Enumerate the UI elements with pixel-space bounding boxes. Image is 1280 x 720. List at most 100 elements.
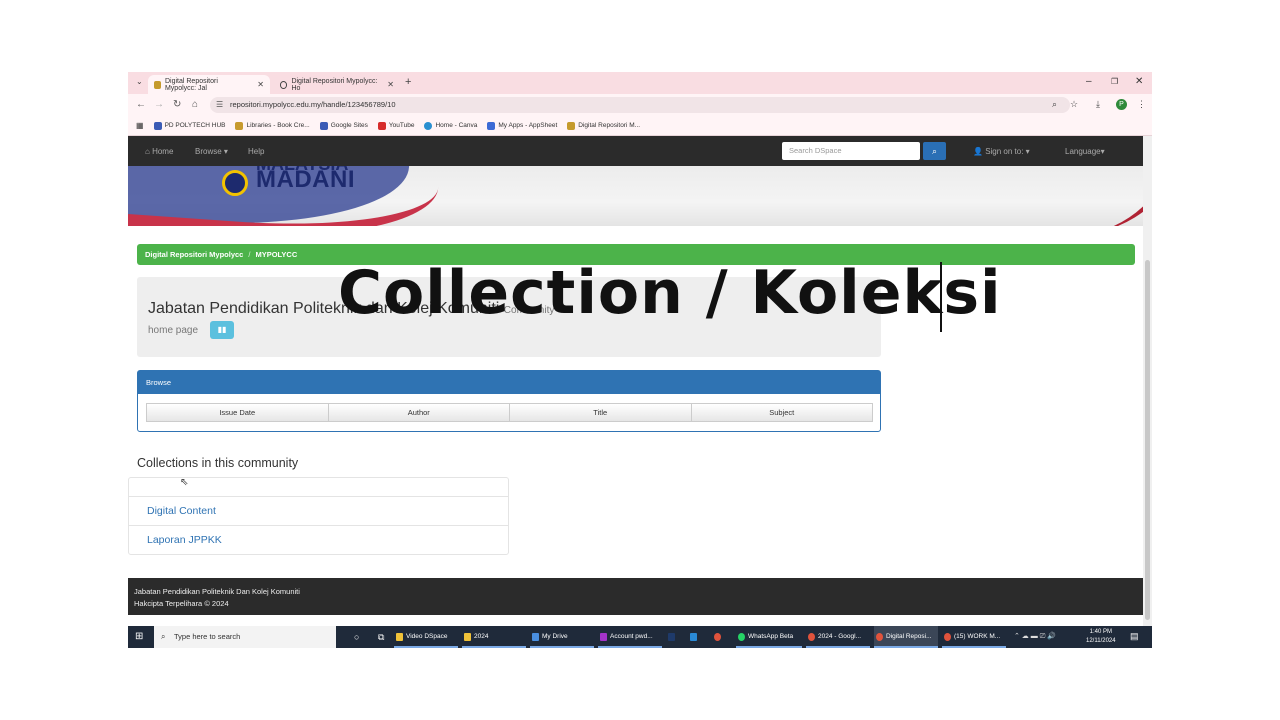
- taskbar-app-whatsapp[interactable]: WhatsApp Beta: [736, 626, 802, 648]
- tab-search-icon[interactable]: ⌄: [136, 77, 143, 86]
- taskbar-search-input[interactable]: ⌕ Type here to search: [154, 626, 336, 648]
- address-bar[interactable]: ☰ repositori.mypolycc.edu.my/handle/1234…: [210, 97, 1070, 113]
- minimize-icon[interactable]: –: [1086, 76, 1092, 87]
- site-banner: MALAYSIA MADANI: [128, 166, 1143, 226]
- download-icon[interactable]: ⤓: [1096, 99, 1100, 110]
- bookmark-canva[interactable]: Home - Canva: [424, 121, 478, 130]
- taskbar-app-my-drive[interactable]: My Drive: [530, 626, 594, 648]
- overlay-caption: Collection / Koleksi: [338, 258, 1002, 328]
- search-button[interactable]: ⌕: [923, 142, 946, 160]
- apps-grid-icon[interactable]: ▦: [136, 121, 144, 130]
- site-favicon-icon: [154, 80, 161, 89]
- taskbar-app-digital-repositori[interactable]: Digital Reposi...: [874, 626, 938, 648]
- whatsapp-icon: [738, 633, 745, 641]
- windows-taskbar: ⊞ ⌕ Type here to search ○ ⧉ Video DSpace…: [128, 626, 1152, 648]
- bookmark-youtube[interactable]: YouTube: [377, 121, 415, 130]
- home-icon[interactable]: ⌂: [192, 99, 198, 110]
- search-input[interactable]: Search DSpace: [782, 142, 920, 160]
- text-caret: [940, 262, 942, 332]
- bookmark-icon: [319, 121, 328, 130]
- close-window-icon[interactable]: ✕: [1135, 76, 1143, 87]
- bookmark-label: Google Sites: [330, 122, 368, 129]
- new-tab-icon[interactable]: +: [405, 76, 411, 88]
- tab-active[interactable]: Digital Repositori Mypolycc: Jal ✕: [148, 75, 270, 94]
- sign-on-label: Sign on to:: [985, 147, 1024, 156]
- bookmark-appsheet[interactable]: My Apps - AppSheet: [487, 121, 557, 130]
- bookmark-google-sites[interactable]: Google Sites: [319, 121, 368, 130]
- zoom-icon[interactable]: ⌕: [1052, 99, 1057, 110]
- url-text: repositori.mypolycc.edu.my/handle/123456…: [230, 100, 396, 109]
- taskbar-app-chrome-2024[interactable]: 2024 - Googl...: [806, 626, 870, 648]
- page-scrollbar[interactable]: [1143, 136, 1152, 626]
- scrollbar-thumb[interactable]: [1145, 260, 1150, 620]
- bookmark-label: PD POLYTECH HUB: [164, 122, 226, 129]
- back-icon[interactable]: ←: [136, 99, 146, 110]
- page-viewport: ⌂ Home Browse ▾ Help Search DSpace ⌕ 👤 S…: [128, 136, 1143, 626]
- nav-browse[interactable]: Browse ▾: [195, 147, 228, 156]
- close-tab-icon[interactable]: ✕: [387, 80, 394, 89]
- notification-center-icon[interactable]: ▤: [1130, 631, 1139, 642]
- nav-browse-label: Browse: [195, 147, 222, 156]
- search-icon: ⌕: [161, 632, 166, 641]
- sign-on-menu[interactable]: 👤 Sign on to: ▾: [973, 147, 1030, 156]
- bookmark-star-icon[interactable]: ☆: [1070, 99, 1078, 110]
- collection-digital-content[interactable]: Digital Content: [129, 496, 508, 525]
- vscode-icon: [690, 633, 697, 641]
- close-tab-icon[interactable]: ✕: [257, 80, 264, 89]
- taskbar-app-2024-folder[interactable]: 2024: [462, 626, 526, 648]
- caret-down-icon: ▾: [1100, 147, 1105, 156]
- restore-icon[interactable]: ❐: [1111, 77, 1118, 86]
- task-view-icon[interactable]: ⧉: [366, 626, 384, 648]
- chrome-icon: [944, 633, 951, 641]
- windows-start-icon[interactable]: ⊞: [135, 631, 143, 642]
- taskbar-app-video-dspace[interactable]: Video DSpace: [394, 626, 458, 648]
- taskbar-app-chrome[interactable]: [712, 626, 728, 648]
- tab-second[interactable]: Digital Repositori Mypolycc: Ho ✕: [274, 75, 400, 94]
- taskbar-app-photoshop[interactable]: [666, 626, 682, 648]
- taskbar-clock[interactable]: 1:40 PM 12/11/2024: [1086, 628, 1116, 646]
- browse-subject-button[interactable]: Subject: [690, 403, 873, 422]
- collections-list: Digital Content Laporan JPPKK: [128, 477, 509, 555]
- nav-help[interactable]: Help: [248, 147, 264, 156]
- taskbar-app-label: Account pwd...: [610, 633, 653, 640]
- statistics-button[interactable]: ▮▮: [210, 321, 234, 339]
- system-tray[interactable]: ⌃ ☁ ▬ ⎚ 🔊: [1014, 626, 1056, 648]
- taskbar-app-onenote[interactable]: Account pwd...: [598, 626, 662, 648]
- canva-icon: [424, 121, 433, 130]
- chrome-icon: [714, 633, 721, 641]
- bookmark-label: YouTube: [388, 122, 415, 129]
- bookmark-libraries[interactable]: Libraries - Book Cre...: [235, 121, 310, 130]
- bookmark-icon: [235, 121, 244, 130]
- taskbar-app-vscode[interactable]: [688, 626, 704, 648]
- cortana-icon[interactable]: ○: [342, 626, 359, 648]
- madani-logo-icon: [222, 170, 248, 196]
- browse-panel-heading: Browse: [138, 371, 880, 394]
- bookmark-pd-polytech-hub[interactable]: PD POLYTECH HUB: [153, 121, 226, 130]
- nav-home[interactable]: ⌂ Home: [145, 147, 173, 156]
- taskbar-search-placeholder: Type here to search: [174, 632, 241, 641]
- search-icon: ⌕: [931, 146, 938, 156]
- browser-window: ⌄ Digital Repositori Mypolycc: Jal ✕ Dig…: [128, 72, 1152, 648]
- folder-icon: [396, 633, 403, 641]
- chrome-icon: [876, 633, 883, 641]
- browse-title-button[interactable]: Title: [509, 403, 692, 422]
- language-label: Language: [1065, 147, 1101, 156]
- breadcrumb-root[interactable]: Digital Repositori Mypolycc: [145, 250, 243, 259]
- taskbar-app-work-mail[interactable]: (15) WORK M...: [942, 626, 1006, 648]
- menu-icon[interactable]: ⋮: [1137, 99, 1146, 110]
- browse-author-button[interactable]: Author: [327, 403, 510, 422]
- bar-chart-icon: ▮▮: [217, 325, 227, 334]
- site-info-icon[interactable]: ☰: [216, 97, 223, 113]
- reload-icon[interactable]: ↻: [173, 99, 181, 110]
- nav-home-label: Home: [152, 147, 174, 156]
- community-subtitle: home page: [148, 325, 199, 336]
- forward-icon[interactable]: →: [154, 99, 164, 110]
- taskbar-app-label: My Drive: [542, 633, 568, 640]
- profile-avatar[interactable]: P: [1116, 99, 1127, 110]
- collection-laporan-jppkk[interactable]: Laporan JPPKK: [129, 525, 508, 554]
- bookmark-label: Home - Canva: [435, 122, 478, 129]
- browse-issue-date-button[interactable]: Issue Date: [146, 403, 329, 422]
- language-menu[interactable]: Language▾: [1065, 147, 1105, 156]
- bookmark-digital-repositori[interactable]: Digital Repositori M...: [567, 121, 640, 130]
- bookmark-label: Libraries - Book Cre...: [246, 122, 310, 129]
